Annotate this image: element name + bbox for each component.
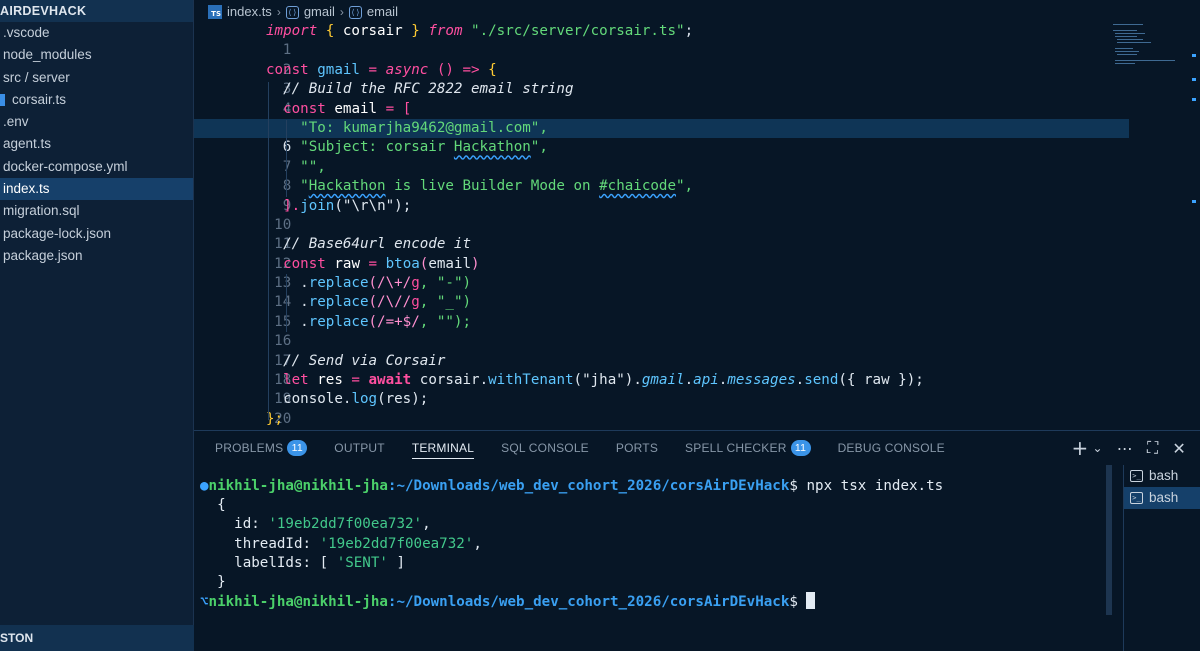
terminal-instance-label: bash	[1149, 490, 1179, 505]
command-status-dot-icon: ●	[200, 478, 209, 494]
code-area[interactable]: 1 import { corsair } from "./src/server/…	[194, 22, 1129, 446]
file-item-agent-ts[interactable]: agent.ts	[0, 133, 193, 155]
chevron-right-icon: ›	[339, 5, 344, 19]
chevron-down-icon[interactable]: ⌄	[1093, 441, 1103, 455]
code-line: 19 let res = await corsair.withTenant("j…	[194, 371, 1129, 407]
breadcrumb-symbol-email[interactable]: email	[367, 0, 398, 24]
file-item-docker-compose[interactable]: docker-compose.yml	[0, 156, 193, 178]
code-line: 13 const raw = btoa(email)	[194, 255, 1129, 291]
breadcrumb: TS index.ts › ⟨⟩ gmail › ⟨⟩ email	[194, 0, 1200, 24]
spellcheck-underline: #chaicode	[599, 178, 677, 195]
maximize-panel-icon[interactable]: ⛶	[1147, 438, 1158, 458]
file-item-vscode[interactable]: .vscode	[0, 22, 193, 44]
terminal-instance-bash-2[interactable]: >_ bash	[1124, 487, 1200, 509]
ts-file-icon	[0, 93, 5, 106]
code-line: 11	[194, 216, 1129, 252]
file-item-src-server[interactable]: src / server	[0, 67, 193, 89]
code-line: 9 "Hackathon is live Builder Mode on #ch…	[194, 177, 1129, 213]
code-line-current: 6 "To: kumarjha9462@gmail.com",	[194, 118, 1129, 155]
problems-count-badge: 11	[287, 440, 308, 456]
code-line: 8 "",	[194, 158, 1129, 194]
terminal-line: }	[217, 573, 226, 590]
code-line: 21 };	[194, 410, 1129, 446]
code-line: 5 const email = [	[194, 100, 1129, 136]
file-item-node-modules[interactable]: node_modules	[0, 44, 193, 66]
code-line: 12 // Base64url encode it	[194, 235, 1129, 271]
code-line: 17	[194, 332, 1129, 369]
code-line: 1 import { corsair } from "./src/server/…	[194, 22, 1129, 58]
tab-debug-console[interactable]: DEBUG CONSOLE	[838, 431, 945, 465]
tab-terminal[interactable]: TERMINAL	[411, 431, 475, 465]
close-panel-icon[interactable]: ✕	[1172, 439, 1186, 458]
spell-checker-count-badge: 11	[790, 440, 811, 456]
symbol-variable-icon: ⟨⟩	[285, 5, 299, 19]
code-line: 7 "Subject: corsair Hackathon",	[194, 138, 1129, 174]
terminal-icon: >_	[1130, 470, 1143, 482]
editor-scrollbar[interactable]	[1190, 50, 1198, 230]
terminal-list: >_ bash >_ bash	[1123, 465, 1200, 651]
code-line: 2	[194, 41, 1129, 78]
tab-output[interactable]: OUTPUT	[334, 431, 385, 465]
tab-spell-checker[interactable]: SPELL CHECKER 11	[685, 431, 811, 465]
explorer-title[interactable]: AIRDEVHACK	[0, 0, 193, 22]
terminal-line: ⌥nikhil-jha@nikhil-jha:~/Downloads/web_d…	[194, 592, 1124, 611]
indent-guide	[286, 274, 287, 332]
file-item-package-lock[interactable]: package-lock.json	[0, 223, 193, 245]
terminal-instance-label: bash	[1149, 468, 1179, 483]
sidebar-bottom-section[interactable]: STON	[0, 625, 194, 651]
indent-guide	[268, 82, 269, 420]
file-item-index-ts[interactable]: index.ts	[0, 178, 193, 201]
file-item-env[interactable]: .env	[0, 111, 193, 133]
terminal-line: threadId: '19eb2dd7f00ea732',	[217, 535, 482, 552]
terminal-line: {	[217, 497, 226, 514]
spellcheck-underline: Hackathon	[308, 178, 386, 195]
tab-label: SPELL CHECKER	[685, 441, 787, 455]
file-item-migration-sql[interactable]: migration.sql	[0, 200, 193, 222]
code-line: 20 console.log(res);	[194, 390, 1129, 426]
spellcheck-underline: Hackathon	[453, 139, 531, 156]
terminal-cursor	[806, 592, 816, 610]
terminal-line: ●nikhil-jha@nikhil-jha:~/Downloads/web_d…	[200, 478, 944, 494]
explorer-sidebar: AIRDEVHACK .vscode node_modules src / se…	[0, 0, 194, 651]
file-item-corsair-ts[interactable]: corsair.ts	[0, 89, 193, 111]
tab-label: PROBLEMS	[215, 441, 284, 455]
tab-ports[interactable]: PORTS	[616, 431, 658, 465]
terminal-line: labelIds: [ 'SENT' ]	[217, 554, 406, 571]
terminal-output[interactable]: ●nikhil-jha@nikhil-jha:~/Downloads/web_d…	[194, 477, 1124, 611]
breadcrumb-symbol-gmail[interactable]: gmail	[304, 0, 335, 24]
indent-guide	[286, 120, 287, 197]
symbol-variable-icon: ⟨⟩	[348, 5, 362, 19]
code-line: 4 // Build the RFC 2822 email string	[194, 80, 1129, 116]
more-actions-icon[interactable]: ⋯	[1117, 439, 1133, 458]
tab-problems[interactable]: PROBLEMS 11	[215, 431, 308, 465]
terminal-line: id: '19eb2dd7f00ea732',	[217, 516, 431, 533]
code-line: 10 ].join("\r\n");	[194, 197, 1129, 233]
file-item-package-json[interactable]: package.json	[0, 245, 193, 267]
chevron-right-icon: ›	[276, 5, 281, 19]
panel-actions: + ⌄ ⋯ ⛶ ✕	[1072, 431, 1186, 465]
prompt-marker-icon: ⌥	[200, 594, 209, 611]
typescript-file-icon: TS	[208, 5, 222, 19]
terminal-scrollbar[interactable]	[1106, 465, 1112, 615]
code-line: 3 const gmail = async () => {	[194, 61, 1129, 97]
tab-sql-console[interactable]: SQL CONSOLE	[501, 431, 589, 465]
code-line: 15 .replace(/\//g, "_")	[194, 293, 1129, 329]
code-line: 14 .replace(/\+/g, "-")	[194, 274, 1129, 310]
code-line: 18 // Send via Corsair	[194, 352, 1129, 388]
new-terminal-icon[interactable]: +	[1072, 436, 1089, 460]
terminal-instance-bash-1[interactable]: >_ bash	[1124, 465, 1200, 487]
breadcrumb-file[interactable]: index.ts	[227, 0, 272, 24]
file-item-label: corsair.ts	[12, 91, 67, 107]
code-line: 16 .replace(/=+$/, "");	[194, 313, 1129, 349]
code-editor[interactable]: TS index.ts › ⟨⟩ gmail › ⟨⟩ email 1 impo…	[194, 0, 1200, 446]
terminal-icon: >_	[1130, 492, 1143, 504]
panel-tabs: PROBLEMS 11 OUTPUT TERMINAL SQL CONSOLE …	[194, 431, 1200, 465]
bottom-panel: PROBLEMS 11 OUTPUT TERMINAL SQL CONSOLE …	[194, 430, 1200, 651]
minimap[interactable]	[1109, 20, 1189, 100]
